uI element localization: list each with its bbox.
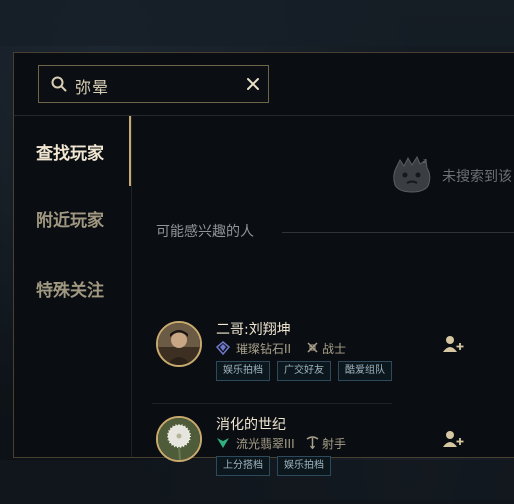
player-role: 射手 xyxy=(322,437,347,451)
player-name: 二哥:刘翔坤 xyxy=(216,322,291,338)
search-value[interactable]: 弥晕 xyxy=(75,74,109,98)
background-top-bar xyxy=(0,0,514,46)
player-tag: 娱乐拍档 xyxy=(216,361,270,381)
emerald-rank-icon xyxy=(217,438,229,448)
player-rank: 流光翡翠III xyxy=(236,437,295,451)
sidebar-item-find-player[interactable]: 查找玩家 xyxy=(14,116,131,186)
sidebar-item-label: 附近玩家 xyxy=(36,210,104,231)
player-card[interactable]: 二哥:刘翔坤 璀璨钻石II 战士 娱乐拍档 广交好友 酷爱组队 xyxy=(156,321,514,409)
marksman-icon xyxy=(306,436,319,449)
player-card[interactable]: 消化的世纪 流光翡翠III 射手 上分搭档 娱乐拍档 xyxy=(156,416,514,504)
player-tag: 娱乐拍档 xyxy=(277,456,331,476)
svg-text:z: z xyxy=(423,157,427,165)
player-tag: 广交好友 xyxy=(277,361,331,381)
search-input[interactable]: 弥晕 xyxy=(38,65,269,103)
sidebar-item-label: 特殊关注 xyxy=(36,280,104,301)
search-icon xyxy=(51,76,67,92)
diamond-rank-icon xyxy=(216,341,230,355)
sidebar-item-special-follow[interactable]: 特殊关注 xyxy=(14,253,131,323)
fighter-icon xyxy=(307,342,318,353)
player-rank: 璀璨钻石II xyxy=(236,342,292,356)
sidebar: 查找玩家 附近玩家 特殊关注 xyxy=(14,116,131,457)
empty-state-text: 未搜索到该 xyxy=(442,169,512,185)
avatar[interactable] xyxy=(156,321,202,367)
add-friend-icon[interactable] xyxy=(442,430,464,448)
sidebar-item-nearby-players[interactable]: 附近玩家 xyxy=(14,183,131,253)
find-player-panel: 弥晕 查找玩家 附近玩家 特殊关注 z 未搜索到该 可能感兴趣的人 二哥:刘翔坤… xyxy=(13,52,514,476)
avatar[interactable] xyxy=(156,416,202,462)
section-title: 可能感兴趣的人 xyxy=(156,224,254,240)
sidebar-item-label: 查找玩家 xyxy=(36,143,104,164)
poro-icon: z xyxy=(393,155,431,193)
clear-icon[interactable] xyxy=(245,76,261,92)
row-divider xyxy=(152,403,392,404)
player-name: 消化的世纪 xyxy=(216,417,286,433)
results-area: z 未搜索到该 可能感兴趣的人 二哥:刘翔坤 璀璨钻石II 战士 娱乐拍档 广交… xyxy=(132,116,514,476)
add-friend-icon[interactable] xyxy=(442,335,464,353)
player-role: 战士 xyxy=(322,342,347,356)
player-tag: 上分搭档 xyxy=(216,456,270,476)
player-tag: 酷爱组队 xyxy=(338,361,392,381)
section-divider xyxy=(282,232,514,233)
